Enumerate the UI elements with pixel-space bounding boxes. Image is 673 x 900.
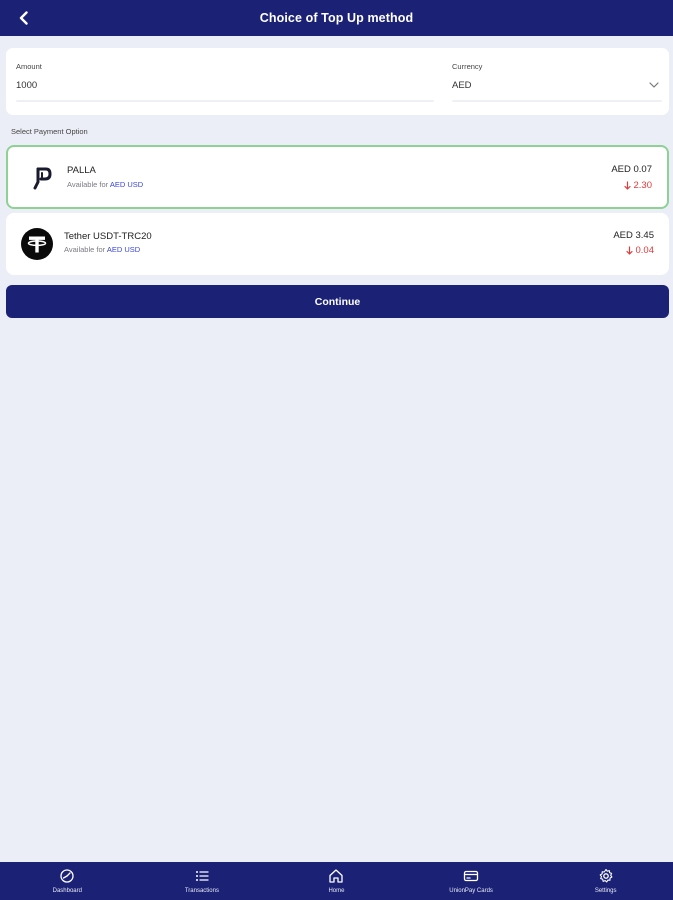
tether-logo-icon xyxy=(21,228,53,260)
payment-option-name: PALLA xyxy=(67,165,96,176)
dashboard-icon xyxy=(60,869,74,883)
back-button[interactable] xyxy=(12,6,36,30)
nav-label: UnionPay Cards xyxy=(449,888,493,894)
price-change-value: 2.30 xyxy=(633,180,653,191)
payment-option-price: AED 3.45 xyxy=(613,230,654,241)
nav-transactions[interactable]: Transactions xyxy=(135,862,270,900)
arrow-down-icon xyxy=(623,181,631,190)
payment-option-name: Tether USDT-TRC20 xyxy=(64,231,152,242)
nav-label: Transactions xyxy=(184,888,219,894)
bottom-navigation: Dashboard Transactions Home UnionPay Car… xyxy=(0,862,673,900)
top-app-bar: Choice of Top Up method xyxy=(0,0,673,36)
availability-text: Available for AED USD xyxy=(64,245,140,254)
amount-currency-card: Amount 1000 Currency AED xyxy=(6,48,669,115)
card-icon xyxy=(463,870,479,882)
nav-home[interactable]: Home xyxy=(269,862,404,900)
price-change-value: 0.04 xyxy=(635,245,655,256)
section-label: Select Payment Option xyxy=(11,127,88,136)
palla-logo-icon xyxy=(26,162,58,194)
continue-button[interactable]: Continue xyxy=(6,285,669,318)
nav-unionpay-cards[interactable]: UnionPay Cards xyxy=(404,862,539,900)
payment-option-palla[interactable]: PALLA Available for AED USD AED 0.07 2.3… xyxy=(6,145,669,209)
price-change: 0.04 xyxy=(625,245,655,256)
nav-label: Settings xyxy=(594,888,617,894)
payment-option-tether[interactable]: Tether USDT-TRC20 Available for AED USD … xyxy=(6,213,669,275)
amount-field[interactable]: Amount 1000 xyxy=(16,48,434,115)
nav-settings[interactable]: Settings xyxy=(538,862,673,900)
currency-underline xyxy=(452,100,662,102)
nav-label: Dashboard xyxy=(52,888,82,894)
amount-underline xyxy=(16,100,434,102)
availability-currencies: AED USD xyxy=(106,245,141,254)
availability-currencies: AED USD xyxy=(109,180,144,189)
nav-label: Home xyxy=(328,888,345,894)
currency-value[interactable]: AED xyxy=(452,80,472,91)
payment-option-price: AED 0.07 xyxy=(611,164,652,175)
home-icon xyxy=(329,869,344,883)
currency-label: Currency xyxy=(452,62,483,71)
availability-prefix: Available for xyxy=(64,245,106,254)
price-change: 2.30 xyxy=(623,180,653,191)
availability-text: Available for AED USD xyxy=(67,180,143,189)
page-title: Choice of Top Up method xyxy=(259,11,414,25)
chevron-down-icon[interactable] xyxy=(648,79,660,91)
amount-label: Amount xyxy=(16,62,42,71)
amount-input[interactable]: 1000 xyxy=(16,80,37,91)
nav-dashboard[interactable]: Dashboard xyxy=(0,862,135,900)
arrow-down-icon xyxy=(625,246,633,255)
list-icon xyxy=(195,871,209,881)
chevron-left-icon xyxy=(19,11,28,25)
availability-prefix: Available for xyxy=(67,180,109,189)
currency-select[interactable]: Currency AED xyxy=(452,48,662,115)
gear-icon xyxy=(599,868,613,883)
